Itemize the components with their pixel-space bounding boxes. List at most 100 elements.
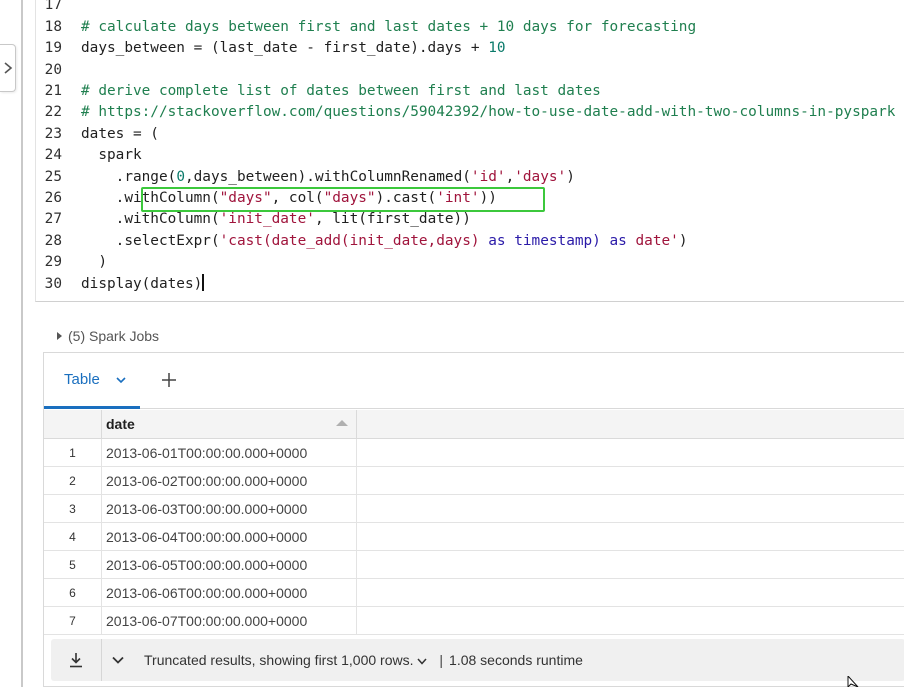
code-line[interactable]: 23 dates = ( bbox=[36, 124, 904, 145]
date-cell[interactable]: 2013-06-02T00:00:00.000+0000 bbox=[102, 467, 357, 495]
code-token: .range( bbox=[81, 168, 177, 185]
code-line[interactable]: 18 # calculate days between first and las… bbox=[36, 17, 904, 38]
code-token: 'id' bbox=[470, 168, 506, 185]
truncated-results-text: Truncated results, showing first 1,000 r… bbox=[144, 652, 414, 668]
code-token: 0 bbox=[176, 168, 185, 185]
code-token: dates = ( bbox=[81, 125, 159, 142]
code-token: , bbox=[505, 168, 515, 185]
footer-status: Truncated results, showing first 1,000 r… bbox=[144, 639, 583, 681]
code-line[interactable]: 25 .range(0,days_between).withColumnRena… bbox=[36, 167, 904, 188]
date-cell[interactable]: 2013-06-07T00:00:00.000+0000 bbox=[102, 607, 357, 635]
chevron-down-icon[interactable] bbox=[116, 376, 126, 384]
code-token: ) bbox=[566, 168, 575, 185]
line-number: 29 bbox=[44, 254, 62, 271]
row-index: 5 bbox=[44, 551, 102, 579]
line-number: 25 bbox=[44, 168, 62, 185]
code-token: days_between = (last_date - first_date).… bbox=[81, 40, 489, 57]
date-cell[interactable]: 2013-06-03T00:00:00.000+0000 bbox=[102, 495, 357, 523]
row-index: 3 bbox=[44, 495, 102, 523]
code-token: ,days_between).withColumnRenamed( bbox=[184, 168, 471, 185]
runtime-text: 1.08 seconds runtime bbox=[449, 652, 583, 668]
code-token: timestamp) bbox=[505, 232, 610, 249]
table-row[interactable]: 2 2013-06-02T00:00:00.000+0000 bbox=[44, 467, 904, 495]
line-number: 18 bbox=[44, 18, 62, 35]
table-header: date bbox=[44, 410, 904, 439]
left-border bbox=[21, 0, 23, 687]
table-row[interactable]: 4 2013-06-04T00:00:00.000+0000 bbox=[44, 523, 904, 551]
results-table: date 1 2013-06-01T00:00:00.000+0000 2 2013-… bbox=[44, 410, 904, 636]
code-token: spark bbox=[81, 147, 142, 164]
results-footer: Truncated results, showing first 1,000 r… bbox=[51, 639, 904, 681]
line-number: 23 bbox=[44, 125, 62, 142]
code-text: # https://stackoverflow.com/questions/59… bbox=[81, 102, 895, 123]
line-number: 20 bbox=[44, 61, 62, 78]
chevron-down-icon bbox=[417, 658, 427, 665]
table-row[interactable]: 1 2013-06-01T00:00:00.000+0000 bbox=[44, 439, 904, 467]
truncated-results-dropdown[interactable]: Truncated results, showing first 1,000 r… bbox=[144, 652, 427, 668]
row-index: 6 bbox=[44, 579, 102, 607]
index-column-header bbox=[44, 410, 102, 439]
text-cursor bbox=[202, 273, 204, 291]
line-number: 19 bbox=[44, 40, 62, 57]
more-options-button[interactable] bbox=[101, 639, 133, 681]
spark-jobs-toggle[interactable]: (5) Spark Jobs bbox=[57, 327, 159, 345]
code-text: .selectExpr('cast(date_add(init_date,day… bbox=[81, 231, 688, 252]
expand-sidebar-handle[interactable] bbox=[0, 44, 16, 92]
table-row[interactable]: 5 2013-06-05T00:00:00.000+0000 bbox=[44, 551, 904, 579]
date-cell[interactable]: 2013-06-01T00:00:00.000+0000 bbox=[102, 439, 357, 467]
code-line[interactable]: 20 bbox=[36, 60, 904, 81]
table-row[interactable]: 6 2013-06-06T00:00:00.000+0000 bbox=[44, 579, 904, 607]
code-text: display(dates) bbox=[81, 273, 204, 295]
plus-icon bbox=[162, 373, 176, 387]
table-row[interactable]: 3 2013-06-03T00:00:00.000+0000 bbox=[44, 495, 904, 523]
row-index: 7 bbox=[44, 607, 102, 635]
line-number: 27 bbox=[44, 211, 62, 228]
sort-ascending-icon[interactable] bbox=[336, 420, 348, 426]
code-line[interactable]: 28 .selectExpr('cast(date_add(init_date,… bbox=[36, 231, 904, 252]
code-line[interactable]: 22 # https://stackoverflow.com/questions/… bbox=[36, 102, 904, 123]
code-line[interactable]: 19 days_between = (last_date - first_date… bbox=[36, 38, 904, 59]
code-token: 'init_date' bbox=[219, 211, 315, 228]
code-line[interactable]: 29 ) bbox=[36, 252, 904, 273]
code-line[interactable]: 24 spark bbox=[36, 145, 904, 166]
results-tabs: Table bbox=[44, 353, 904, 409]
code-text: # calculate days between first and last … bbox=[81, 17, 696, 38]
row-index: 4 bbox=[44, 523, 102, 551]
footer-separator: | bbox=[439, 652, 444, 668]
column-header-label: date bbox=[106, 416, 135, 432]
chevron-down-icon bbox=[111, 656, 124, 664]
tab-table[interactable]: Table bbox=[44, 353, 140, 409]
date-cell[interactable]: 2013-06-06T00:00:00.000+0000 bbox=[102, 579, 357, 607]
code-token: , lit(first_date)) bbox=[314, 211, 471, 228]
code-token: 'days' bbox=[514, 168, 567, 185]
code-token: date' bbox=[626, 232, 679, 249]
code-token: as bbox=[609, 232, 627, 249]
results-panel: Table date 1 2013-06-01T00:00:00.000+0000… bbox=[43, 352, 904, 687]
row-index: 1 bbox=[44, 439, 102, 467]
line-number: 24 bbox=[44, 147, 62, 164]
line-number: 22 bbox=[44, 104, 62, 121]
code-line[interactable]: 17 bbox=[36, 0, 904, 17]
date-cell[interactable]: 2013-06-04T00:00:00.000+0000 bbox=[102, 523, 357, 551]
chevron-right-icon bbox=[3, 62, 12, 74]
mouse-cursor-icon bbox=[847, 676, 859, 687]
code-line[interactable]: 27 .withColumn('init_date', lit(first_da… bbox=[36, 209, 904, 230]
code-token: ) bbox=[678, 232, 688, 249]
spark-jobs-label: (5) Spark Jobs bbox=[68, 328, 160, 344]
line-number: 30 bbox=[44, 275, 62, 292]
code-token: .selectExpr( bbox=[81, 232, 220, 249]
triangle-right-icon bbox=[57, 332, 62, 340]
code-token: .withColumn( bbox=[81, 211, 220, 228]
date-cell[interactable]: 2013-06-05T00:00:00.000+0000 bbox=[102, 551, 357, 579]
left-gutter bbox=[0, 0, 22, 687]
code-line[interactable]: 21 # derive complete list of dates betwee… bbox=[36, 81, 904, 102]
row-index: 2 bbox=[44, 467, 102, 495]
download-button[interactable] bbox=[51, 639, 101, 681]
table-row[interactable]: 7 2013-06-07T00:00:00.000+0000 bbox=[44, 607, 904, 635]
column-header-date[interactable]: date bbox=[102, 410, 357, 439]
code-line[interactable]: 30 display(dates) bbox=[36, 273, 904, 295]
code-text: dates = ( bbox=[81, 124, 159, 145]
code-cell[interactable]: 17 18 # calculate days between first and l… bbox=[35, 0, 904, 302]
code-token: # derive complete list of dates between … bbox=[81, 83, 601, 99]
add-tab-button[interactable] bbox=[160, 369, 178, 391]
